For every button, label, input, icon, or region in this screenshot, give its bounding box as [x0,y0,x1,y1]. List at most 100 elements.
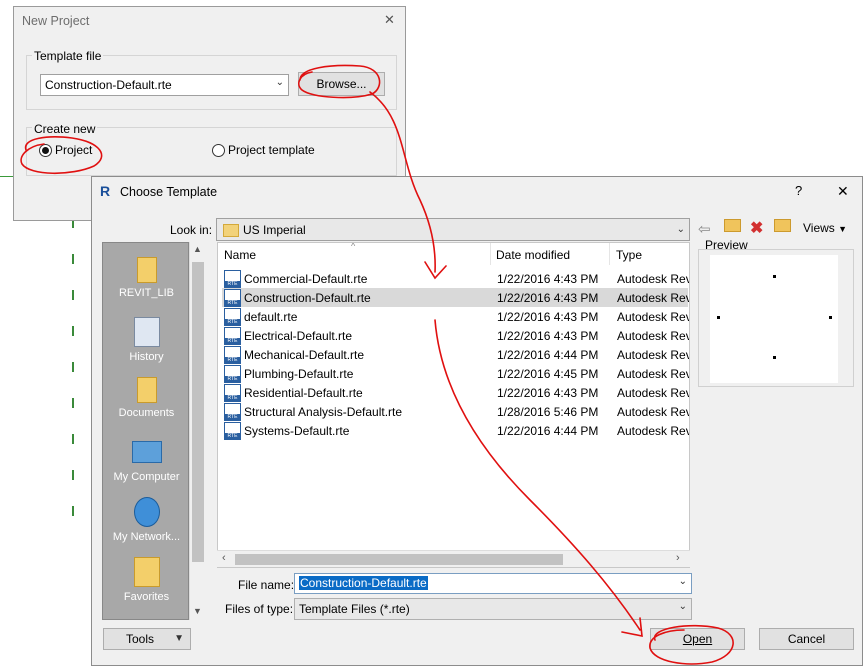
cancel-button[interactable]: Cancel [759,628,854,650]
folder-icon [136,257,157,283]
back-arrow-icon[interactable]: ⇦ [698,220,711,238]
file-row[interactable]: Mechanical-Default.rte 1/22/2016 4:44 PM A… [222,345,690,364]
file-row[interactable]: default.rte 1/22/2016 4:43 PM Autodesk Rev… [222,307,690,326]
rte-file-icon [224,270,241,288]
project-template-radio[interactable]: Project template [212,143,315,158]
chevron-down-icon[interactable]: ⌄ [679,576,687,587]
radio-selected-icon [39,144,52,158]
file-name-cell: Commercial-Default.rte [244,272,368,286]
file-type-cell: Autodesk Revi [617,367,690,381]
delete-icon[interactable]: ✖ [750,218,763,238]
place-label: History [129,351,164,363]
scroll-right-icon[interactable]: › [676,552,680,564]
places-bar: REVIT_LIB History Documents My Computer … [102,242,189,620]
column-header-date[interactable]: Date modified [496,248,570,262]
files-of-type-label: Files of type: [225,602,294,616]
rte-file-icon [224,308,241,326]
place-favorites[interactable]: Favorites [103,553,188,613]
create-new-label: Create new [32,122,98,136]
scroll-thumb[interactable] [192,262,204,562]
horizontal-scrollbar[interactable]: ‹ › [217,550,690,567]
file-row[interactable]: Electrical-Default.rte 1/22/2016 4:43 PM A… [222,326,689,345]
place-documents[interactable]: Documents [103,373,188,433]
file-name-cell: Residential-Default.rte [244,386,363,400]
favorites-icon [133,557,160,587]
revit-app-icon: R [100,183,111,199]
file-name-input[interactable]: Construction-Default.rte ⌄ [294,573,692,594]
file-date-cell: 1/22/2016 4:45 PM [497,367,599,381]
tools-button[interactable]: Tools ▼ [103,628,191,650]
places-scrollbar[interactable]: ▲ ▼ [189,242,206,620]
rte-file-icon [224,289,241,307]
rte-file-icon [224,327,241,345]
tools-label: Tools [126,632,155,646]
file-list: ^ Name Date modified Type Commercial-Def… [217,242,690,568]
file-name-cell: Systems-Default.rte [244,424,350,438]
rte-file-icon [224,346,241,364]
file-row[interactable]: Systems-Default.rte 1/22/2016 4:44 PM Auto… [222,421,690,440]
scroll-thumb[interactable] [235,554,563,565]
file-name-cell: Mechanical-Default.rte [244,348,365,362]
chevron-down-icon: ⌄ [275,77,284,88]
file-type-cell: Autodesk Revi [617,424,690,438]
file-date-cell: 1/28/2016 5:46 PM [497,405,599,419]
place-label: My Network... [112,531,181,543]
template-file-label: Template file [32,49,104,63]
close-icon[interactable]: ✕ [384,12,395,28]
file-type-cell: Autodesk Revi [617,405,690,419]
look-in-value: US Imperial [243,223,306,237]
files-of-type-select[interactable]: Template Files (*.rte) ⌄ [294,598,692,620]
scroll-down-icon[interactable]: ▼ [193,606,202,616]
scroll-left-icon[interactable]: ‹ [222,552,226,564]
template-file-value: Construction-Default.rte [45,78,172,92]
views-menu-button[interactable]: Views ▼ [803,221,847,235]
network-icon [133,497,160,527]
look-in-label: Look in: [170,223,213,237]
help-button[interactable]: ? [795,183,802,198]
file-row[interactable]: Structural Analysis-Default.rte 1/28/2016… [222,402,690,421]
folder-icon [223,224,239,238]
file-date-cell: 1/22/2016 4:43 PM [497,272,599,286]
open-label: Open [682,632,713,646]
file-type-cell: Autodesk Revi [617,272,690,286]
file-name-value: Construction-Default.rte [299,576,428,590]
scroll-up-icon[interactable]: ▲ [193,244,202,254]
place-history[interactable]: History [103,313,188,373]
rte-file-icon [224,422,241,440]
close-icon[interactable]: ✕ [837,183,849,200]
file-type-cell: Autodesk Revi [617,310,690,324]
place-label: My Computer [113,471,180,483]
file-date-cell: 1/22/2016 4:43 PM [497,291,599,305]
dropdown-arrow-icon: ▼ [838,224,848,234]
up-folder-icon[interactable] [724,219,741,235]
place-my-network[interactable]: My Network... [103,493,188,553]
file-name-cell: Construction-Default.rte [244,291,371,305]
column-header-type[interactable]: Type [616,248,642,262]
file-row[interactable]: Residential-Default.rte 1/22/2016 4:43 PM… [222,383,689,402]
look-in-select[interactable]: US Imperial ⌄ [216,218,690,241]
chevron-down-icon: ⌄ [678,601,687,612]
browse-button[interactable]: Browse... [298,72,385,96]
views-label: Views [803,221,835,235]
dropdown-arrow-icon: ▼ [174,633,184,644]
file-row[interactable]: Plumbing-Default.rte 1/22/2016 4:45 PM Aut… [222,364,690,383]
new-folder-icon[interactable] [774,219,791,235]
history-icon [133,317,160,347]
file-name-cell: default.rte [244,310,298,324]
choose-template-dialog: R Choose Template ? ✕ Look in: US Imperi… [91,176,863,666]
project-radio[interactable]: Project [39,143,92,158]
place-revit-lib[interactable]: REVIT_LIB [103,253,188,313]
template-file-select[interactable]: Construction-Default.rte ⌄ [40,74,289,96]
place-my-computer[interactable]: My Computer [103,433,188,493]
file-type-cell: Autodesk Revi [617,291,690,305]
place-label: Documents [118,407,175,419]
open-button[interactable]: Open [650,628,745,650]
file-row[interactable]: Construction-Default.rte 1/22/2016 4:43 P… [222,288,690,307]
file-row[interactable]: Commercial-Default.rte 1/22/2016 4:43 PM A… [222,269,690,288]
file-name-cell: Structural Analysis-Default.rte [244,405,403,419]
column-header-name[interactable]: Name [224,248,256,262]
file-type-cell: Autodesk Revi [617,348,690,362]
choose-template-title: Choose Template [120,185,218,199]
file-date-cell: 1/22/2016 4:44 PM [497,348,599,362]
rte-file-icon [224,384,241,402]
